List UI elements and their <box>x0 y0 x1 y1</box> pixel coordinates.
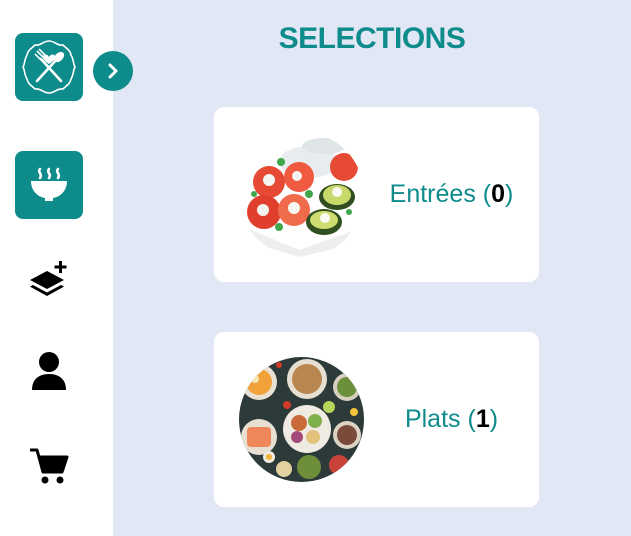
expand-sidebar-button[interactable] <box>93 51 133 91</box>
category-card-entrees[interactable]: Entrées (0) <box>214 107 539 282</box>
layers-add-icon <box>30 261 67 296</box>
category-name: Entrées <box>389 180 476 208</box>
category-label: Entrées (0) <box>364 107 539 282</box>
count-open: ( <box>467 405 476 433</box>
user-icon <box>32 352 66 390</box>
page-title: SELECTIONS <box>278 22 466 55</box>
cart-icon <box>30 448 69 484</box>
tomato-avocado-salad-photo <box>239 132 364 257</box>
sidebar-item-cart[interactable] <box>15 432 83 500</box>
sidebar-item-add-menu[interactable] <box>15 245 83 313</box>
category-count: 1 <box>475 405 490 433</box>
fork-spoon-heart-icon <box>22 40 76 94</box>
count-open: ( <box>482 180 492 208</box>
app-logo[interactable] <box>15 33 83 101</box>
category-label: Plats (1) <box>364 332 539 507</box>
sidebar-item-selections[interactable] <box>15 151 83 219</box>
sidebar-item-account[interactable] <box>15 337 83 405</box>
category-name: Plats <box>404 405 461 433</box>
count-close: ) <box>505 180 514 208</box>
buddha-bowl-spread-photo <box>239 357 364 482</box>
category-card-plats[interactable]: Plats (1) <box>214 332 539 507</box>
soup-bowl-icon <box>31 167 67 201</box>
category-count: 0 <box>491 180 506 208</box>
count-close: ) <box>489 405 499 433</box>
chevron-right-icon <box>108 63 118 79</box>
